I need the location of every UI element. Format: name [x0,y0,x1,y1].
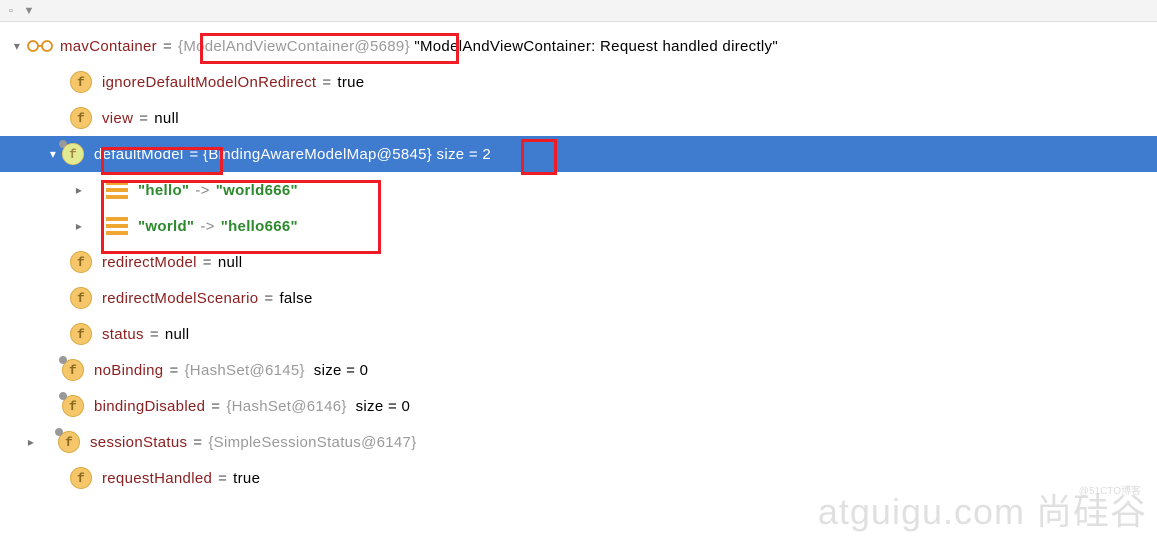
variable-name: redirectModelScenario [102,290,258,307]
variable-name: mavContainer [60,38,157,55]
map-entry-hello[interactable]: ▸ "hello" -> "world666" [0,172,1157,208]
variable-value: size = 0 [305,362,368,379]
variable-name: bindingDisabled [94,398,205,415]
variable-name: noBinding [94,362,163,379]
variable-sessionStatus[interactable]: ▸ f sessionStatus = {SimpleSessionStatus… [0,424,1157,460]
variable-type-prefix: = {BindingAwareModelMap@ [190,146,393,163]
map-arrow-icon: -> [195,182,209,199]
variable-ignoreDefaultModelOnRedirect[interactable]: f ignoreDefaultModelOnRedirect = true [0,64,1157,100]
equals-sign: = [163,38,172,55]
variable-type: {HashSet@6146} [226,398,346,415]
field-icon-wrapper: f [62,395,84,417]
map-entry-icon [106,179,128,201]
map-arrow-icon: -> [200,218,214,235]
variable-value: null [154,110,179,127]
variable-bindingDisabled[interactable]: ▸ f bindingDisabled = {HashSet@6146} siz… [0,388,1157,424]
map-key: "world" [138,218,194,235]
field-icon-wrapper: f [62,143,84,165]
field-icon-wrapper: f [58,431,80,453]
variable-status[interactable]: f status = null [0,316,1157,352]
map-value: "hello666" [221,218,298,235]
field-icon: f [70,71,92,93]
variable-value: true [337,74,364,91]
variable-mavContainer[interactable]: ▾ mavContainer = {ModelAndViewContainer@… [0,28,1157,64]
pin-icon [55,428,63,436]
variable-value: false [279,290,312,307]
field-icon: f [70,107,92,129]
pin-icon [59,356,67,364]
equals-sign: = [211,398,220,415]
variable-name: status [102,326,144,343]
glasses-icon [26,38,54,54]
expand-arrow-icon[interactable]: ▸ [70,183,88,197]
map-entry-icon [106,215,128,237]
equals-sign: = [150,326,159,343]
variable-type: {SimpleSessionStatus@6147} [208,434,416,451]
expand-arrow-icon[interactable]: ▾ [8,39,26,53]
field-icon: f [70,323,92,345]
variable-name: redirectModel [102,254,197,271]
field-icon: f [70,287,92,309]
variable-redirectModelScenario[interactable]: f redirectModelScenario = false [0,280,1157,316]
variable-view[interactable]: f view = null [0,100,1157,136]
variable-redirectModel[interactable]: f redirectModel = null [0,244,1157,280]
pin-icon [59,392,67,400]
equals-sign: = [218,470,227,487]
equals-sign: = [203,254,212,271]
equals-sign: = [322,74,331,91]
debugger-toolbar: ▫ ▼ [0,0,1157,22]
variable-type-id: 5845 [392,146,427,163]
expand-arrow-icon[interactable]: ▾ [44,147,62,161]
map-entry-world[interactable]: ▸ "world" -> "hello666" [0,208,1157,244]
toolbar-layout-icon[interactable]: ▫ [2,2,20,20]
equals-sign: = [264,290,273,307]
equals-sign: = [169,362,178,379]
variable-value: "ModelAndViewContainer: Request handled … [410,38,778,55]
variable-value: true [233,470,260,487]
field-icon: f [62,143,84,165]
variable-name: ignoreDefaultModelOnRedirect [102,74,316,91]
variable-type: {ModelAndViewContainer@5689} [178,38,410,55]
expand-arrow-icon[interactable]: ▸ [22,435,40,449]
variable-name: requestHandled [102,470,212,487]
variable-type-suffix: } size = 2 [427,146,491,163]
variable-name: defaultModel [94,146,184,163]
watermark: atguigu.com 尚硅谷 [818,483,1147,535]
map-key: "hello" [138,182,189,199]
field-icon-wrapper: f [62,359,84,381]
variable-type: {HashSet@6145} [185,362,305,379]
variable-name: view [102,110,133,127]
variable-defaultModel[interactable]: ▾ f defaultModel = {BindingAwareModelMap… [0,136,1157,172]
equals-sign: = [193,434,202,451]
variable-name: sessionStatus [90,434,187,451]
variable-value: null [165,326,190,343]
variable-noBinding[interactable]: ▸ f noBinding = {HashSet@6145} size = 0 [0,352,1157,388]
toolbar-dropdown-icon[interactable]: ▼ [20,2,38,20]
variable-value: size = 0 [347,398,410,415]
expand-arrow-icon[interactable]: ▸ [70,219,88,233]
equals-sign: = [139,110,148,127]
variable-value: null [218,254,243,271]
field-icon: f [70,467,92,489]
variables-tree: ▾ mavContainer = {ModelAndViewContainer@… [0,22,1157,496]
map-value: "world666" [216,182,298,199]
field-icon: f [70,251,92,273]
